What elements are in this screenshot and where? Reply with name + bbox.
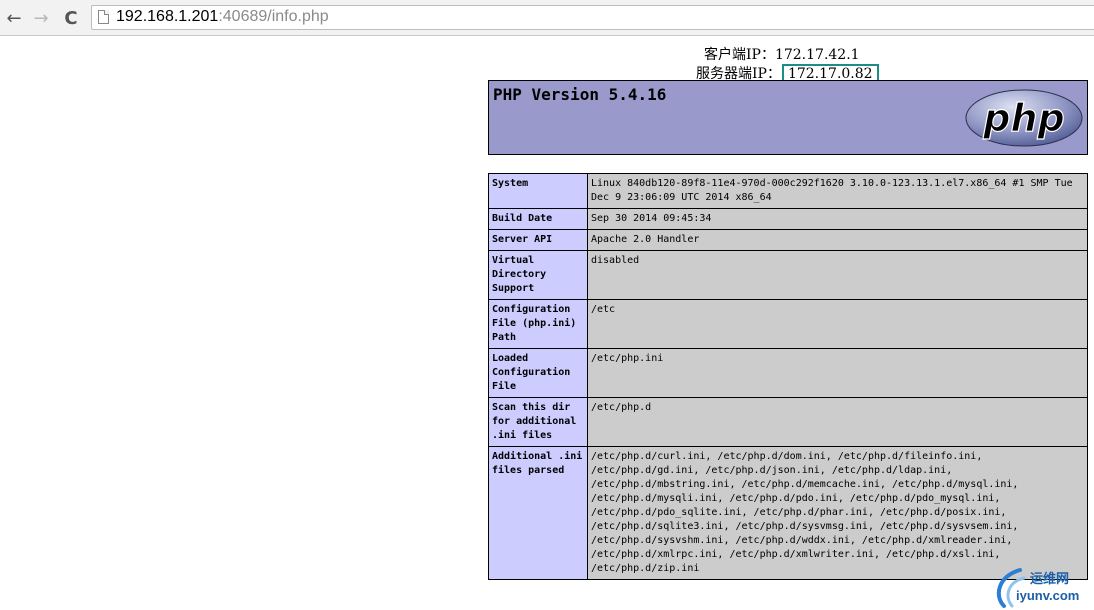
info-value: /etc/php.d/curl.ini, /etc/php.d/dom.ini,… — [587, 446, 1088, 580]
php-logo-icon[interactable]: php — [965, 89, 1083, 147]
back-arrow-icon[interactable]: ← — [3, 7, 25, 29]
php-version-banner: PHP Version 5.4.16 php — [488, 80, 1088, 155]
info-row: Scan this dir for additional .ini files /… — [488, 397, 1088, 447]
forward-arrow-icon[interactable]: → — [30, 7, 52, 29]
info-row: Virtual Directory Support disabled — [488, 250, 1088, 300]
info-value: /etc/php.d — [587, 397, 1088, 447]
address-bar[interactable]: 192.168.1.201:40689/info.php — [91, 5, 1094, 30]
info-key: Build Date — [488, 208, 588, 230]
info-key: Configuration File (php.ini) Path — [488, 299, 588, 349]
page-icon — [98, 10, 109, 24]
info-key: Virtual Directory Support — [488, 250, 588, 300]
info-row: System Linux 840db120-89f8-11e4-970d-000c… — [488, 173, 1088, 209]
info-value: Apache 2.0 Handler — [587, 229, 1088, 251]
watermark: 运维网 iyunv.com — [990, 562, 1094, 610]
php-info-table: System Linux 840db120-89f8-11e4-970d-000c… — [488, 173, 1088, 580]
watermark-en: iyunv.com — [1016, 588, 1080, 603]
info-key: Server API — [488, 229, 588, 251]
info-key: Loaded Configuration File — [488, 348, 588, 398]
watermark-cn: 运维网 — [1030, 572, 1070, 587]
info-key: Scan this dir for additional .ini files — [488, 397, 588, 447]
info-row: Build Date Sep 30 2014 09:45:34 — [488, 208, 1088, 230]
info-row: Loaded Configuration File/etc/php.ini — [488, 348, 1088, 398]
info-key: System — [488, 173, 588, 209]
reload-icon[interactable]: C — [60, 7, 82, 29]
php-version-title: PHP Version 5.4.16 — [493, 85, 667, 104]
info-key: Additional .ini files parsed — [488, 446, 588, 580]
client-ip-value: 172.17.42.1 — [774, 47, 860, 63]
info-value: /etc/php.ini — [587, 348, 1088, 398]
info-row: Additional .ini files parsed/etc/php.d/c… — [488, 446, 1088, 580]
info-value: Linux 840db120-89f8-11e4-970d-000c292f16… — [587, 173, 1088, 209]
client-ip-line: 客户端IP：172.17.42.1 — [704, 44, 860, 64]
client-ip-label: 客户端IP： — [704, 47, 775, 63]
address-url[interactable]: 192.168.1.201:40689/info.php — [116, 8, 329, 26]
browser-toolbar: ← → C 192.168.1.201:40689/info.php — [0, 0, 1094, 36]
info-row: Server API Apache 2.0 Handler — [488, 229, 1088, 251]
info-value: disabled — [587, 250, 1088, 300]
url-host: 192.168.1.201 — [116, 8, 219, 25]
info-row: Configuration File (php.ini) Path/etc — [488, 299, 1088, 349]
info-value: /etc — [587, 299, 1088, 349]
php-logo-text: php — [982, 96, 1064, 140]
info-value: Sep 30 2014 09:45:34 — [587, 208, 1088, 230]
url-path: :40689/info.php — [218, 8, 329, 25]
